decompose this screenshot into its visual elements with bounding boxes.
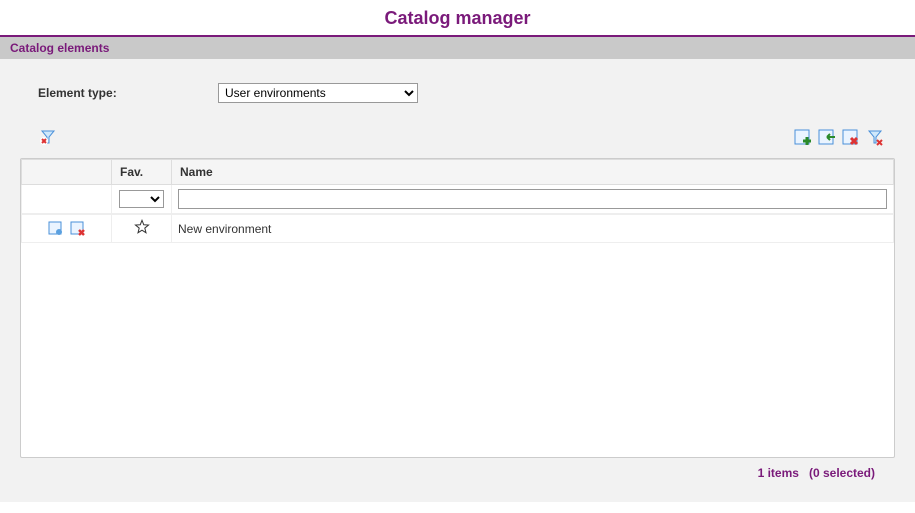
table-row[interactable]: New environment [22,215,894,243]
element-type-label: Element type: [38,86,218,100]
filter-fav-cell [112,185,172,214]
row-name-cell: New environment [172,215,894,243]
header-fav[interactable]: Fav. [112,160,172,185]
row-delete-button[interactable] [70,221,86,237]
grid-header-row: Fav. Name [22,160,894,185]
filter-actions-cell [22,185,112,214]
row-delete-icon [70,221,86,237]
grid-wrapper: Fav. Name [20,158,895,458]
apply-filter-button[interactable] [865,128,885,148]
element-type-select[interactable]: User environments [218,83,418,103]
element-type-field: Element type: User environments [38,83,895,103]
row-edit-button[interactable] [48,221,64,237]
row-fav-cell[interactable] [112,215,172,243]
catalog-grid: Fav. Name [21,159,894,243]
grid-filter-row [22,185,894,214]
status-bar: 1 items (0 selected) [20,458,895,490]
toolbar-right [793,128,885,148]
status-items: 1 items [758,466,799,480]
funnel-clear-icon [39,129,57,147]
section-header: Catalog elements [0,37,915,59]
toolbar [20,128,895,158]
edit-icon [48,221,64,237]
fav-filter-select[interactable] [119,190,164,208]
delete-button[interactable] [841,128,861,148]
page-title: Catalog manager [0,0,915,35]
funnel-remove-icon [865,128,885,148]
import-button[interactable] [817,128,837,148]
star-icon [134,219,150,235]
name-filter-input[interactable] [178,189,887,209]
content-area: Element type: User environments [0,59,915,502]
clear-filter-button[interactable] [38,128,58,148]
filter-name-cell [172,185,894,214]
header-name[interactable]: Name [172,160,894,185]
toolbar-left [38,128,58,148]
header-actions [22,160,112,185]
delete-icon [841,128,861,148]
add-button[interactable] [793,128,813,148]
add-icon [793,128,813,148]
status-selected: (0 selected) [809,466,875,480]
row-actions-cell [22,215,112,243]
import-icon [817,128,837,148]
